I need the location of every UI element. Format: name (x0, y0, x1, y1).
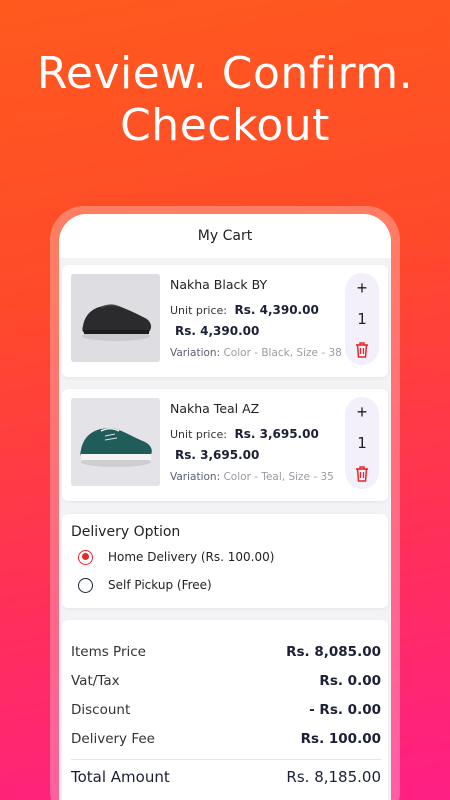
variation-row: Variation: Color - Black, Size - 38 (170, 347, 342, 359)
quantity-stepper: + 1 (345, 273, 379, 365)
delivery-option-home[interactable]: Home Delivery (Rs. 100.00) (78, 547, 274, 567)
unit-price-value: Rs. 4,390.00 (234, 303, 319, 317)
unit-price-row: Unit price: Rs. 4,390.00 (170, 303, 319, 317)
delete-icon[interactable] (354, 341, 370, 359)
cart-item[interactable]: Nakha Black BY Unit price: Rs. 4,390.00 … (62, 265, 388, 377)
increment-button[interactable]: + (345, 401, 379, 423)
summary-row-discount: Discount - Rs. 0.00 (71, 702, 381, 718)
cart-item[interactable]: Nakha Teal AZ Unit price: Rs. 3,695.00 R… (62, 389, 388, 501)
product-image[interactable] (71, 398, 160, 486)
variation-label: Variation: (170, 471, 221, 483)
shoe-image-teal (71, 398, 160, 486)
summary-label: Discount (71, 702, 131, 718)
phone-screen: My Cart Nakha Black BY Unit price: Rs. 4… (59, 214, 391, 800)
quantity-stepper: + 1 (345, 397, 379, 489)
item-total: Rs. 3,695.00 (175, 448, 260, 462)
item-total: Rs. 4,390.00 (175, 324, 260, 338)
summary-value: Rs. 0.00 (319, 673, 381, 689)
summary-row-vat: Vat/Tax Rs. 0.00 (71, 673, 381, 689)
summary-label: Vat/Tax (71, 673, 120, 689)
unit-price-label: Unit price: (170, 428, 227, 441)
variation-value: Color - Teal, Size - 35 (223, 471, 334, 483)
unit-price-label: Unit price: (170, 304, 227, 317)
shoe-image-black (71, 274, 160, 362)
unit-price-row: Unit price: Rs. 3,695.00 (170, 427, 319, 441)
delivery-option-pickup[interactable]: Self Pickup (Free) (78, 575, 212, 595)
radio-selected-icon[interactable] (78, 549, 93, 565)
quantity-value: 1 (357, 434, 367, 452)
summary-label: Items Price (71, 644, 146, 660)
radio-unselected-icon[interactable] (78, 577, 93, 593)
promo-headline: Review. Confirm. Checkout (0, 48, 450, 152)
delete-icon[interactable] (354, 465, 370, 483)
product-name: Nakha Black BY (170, 277, 268, 292)
summary-divider (71, 759, 381, 760)
summary-value: - Rs. 0.00 (309, 702, 381, 718)
summary-value: Rs. 8,085.00 (286, 644, 381, 660)
app-bar: My Cart (59, 214, 391, 258)
summary-value: Rs. 100.00 (300, 731, 381, 747)
summary-row-delivery-fee: Delivery Fee Rs. 100.00 (71, 731, 381, 747)
total-value: Rs. 8,185.00 (286, 768, 381, 786)
headline-line-1: Review. Confirm. (36, 48, 414, 99)
increment-button[interactable]: + (345, 277, 379, 299)
order-summary-card: Items Price Rs. 8,085.00 Vat/Tax Rs. 0.0… (62, 620, 388, 800)
total-label: Total Amount (71, 768, 170, 786)
summary-label: Delivery Fee (71, 731, 155, 747)
product-name: Nakha Teal AZ (170, 401, 260, 416)
page-title: My Cart (197, 228, 253, 244)
quantity-value: 1 (357, 310, 367, 328)
option-label: Home Delivery (Rs. 100.00) (108, 550, 275, 564)
variation-row: Variation: Color - Teal, Size - 35 (170, 471, 334, 483)
delivery-option-title: Delivery Option (71, 524, 181, 540)
product-image[interactable] (71, 274, 160, 362)
variation-label: Variation: (170, 347, 221, 359)
summary-row-total: Total Amount Rs. 8,185.00 (71, 768, 381, 786)
unit-price-value: Rs. 3,695.00 (234, 427, 319, 441)
delivery-option-card: Delivery Option Home Delivery (Rs. 100.0… (62, 514, 388, 608)
variation-value: Color - Black, Size - 38 (223, 347, 342, 359)
summary-row-items-price: Items Price Rs. 8,085.00 (71, 644, 381, 660)
option-label: Self Pickup (Free) (108, 578, 212, 592)
headline-line-2: Checkout (120, 100, 330, 151)
